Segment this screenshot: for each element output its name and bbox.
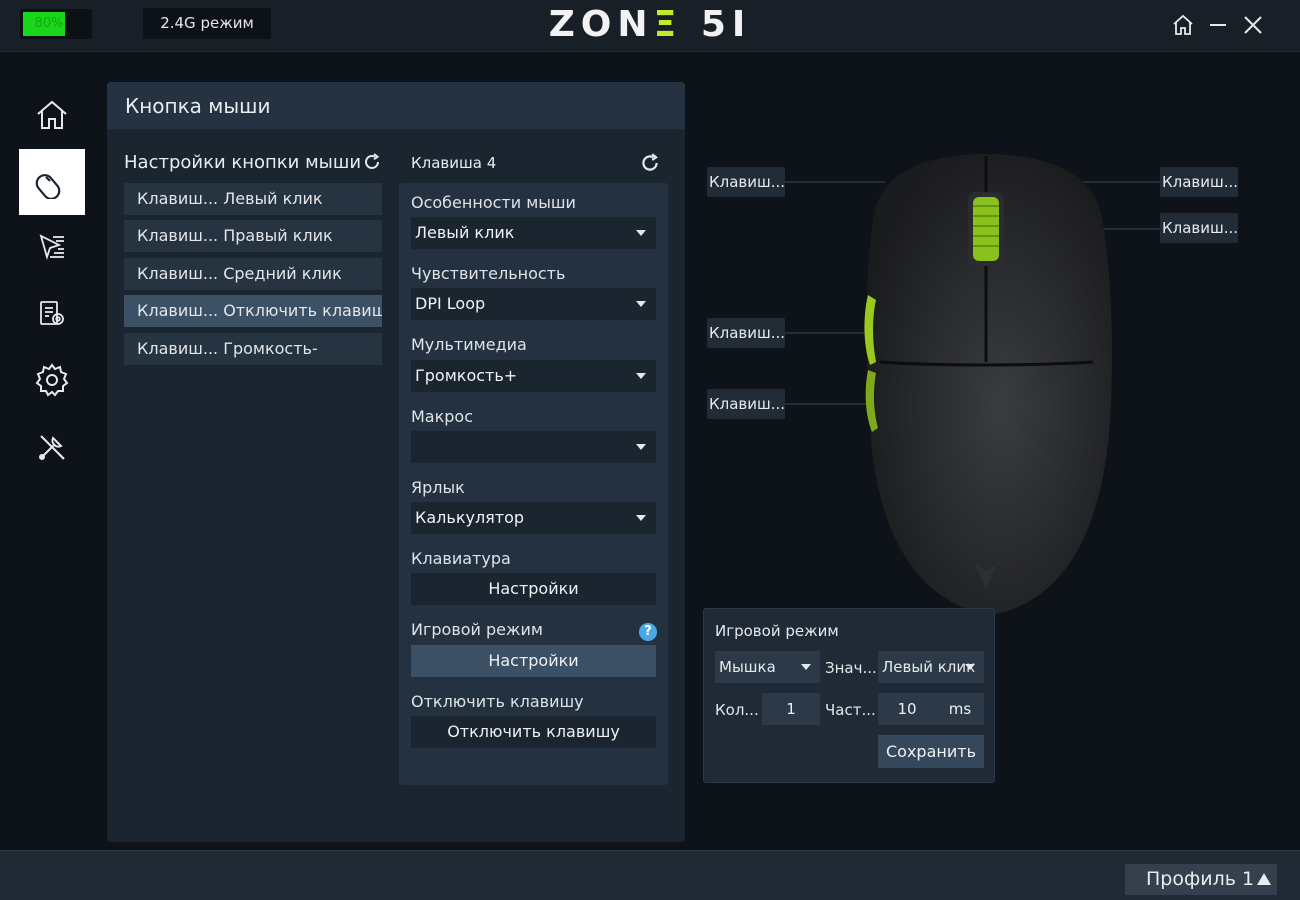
zone51-logo: ZONΞ 5I bbox=[548, 4, 752, 45]
game-mode-label: Игровой режим bbox=[411, 620, 543, 639]
button-item-4[interactable]: Клавиш... Отключить клавишу bbox=[124, 295, 382, 327]
save-button[interactable]: Сохранить bbox=[878, 735, 984, 768]
scroll-wheel-grip bbox=[973, 197, 999, 261]
help-icon[interactable]: ? bbox=[639, 623, 657, 641]
button-item-middle[interactable]: Клавиш... Средний клик bbox=[124, 258, 382, 290]
sensitivity-select[interactable]: DPI Loop bbox=[411, 288, 656, 320]
home-icon bbox=[1173, 14, 1193, 35]
count-label: Кол... bbox=[715, 701, 759, 719]
home-window-button[interactable] bbox=[1168, 10, 1198, 40]
sensitivity-label: Чувствительность bbox=[411, 264, 566, 283]
game-mode-value: Левый клик bbox=[882, 658, 976, 676]
game-mode-popup-title: Игровой режим bbox=[715, 622, 839, 640]
key-tag-right-top[interactable]: Клавиш... bbox=[1160, 167, 1238, 197]
nav-mouse-buttons[interactable] bbox=[19, 149, 85, 215]
refresh-icon bbox=[642, 153, 658, 171]
reset-buttons-button[interactable] bbox=[362, 152, 382, 176]
reset-key-button[interactable] bbox=[639, 152, 661, 178]
chevron-up-icon bbox=[1257, 873, 1271, 885]
mouse-illustration bbox=[784, 154, 1160, 615]
nav-settings[interactable] bbox=[19, 347, 85, 413]
battery-indicator: 80% bbox=[20, 9, 92, 39]
chevron-down-icon bbox=[636, 373, 646, 379]
chevron-down-icon bbox=[636, 515, 646, 521]
disable-key-button[interactable]: Отключить клавишу bbox=[411, 716, 656, 748]
keyboard-settings-button[interactable]: Настройки bbox=[411, 573, 656, 605]
multimedia-select[interactable]: Громкость+ bbox=[411, 360, 656, 392]
button-item-right[interactable]: Клавиш... Правый клик bbox=[124, 220, 382, 252]
nav-pointer[interactable] bbox=[19, 214, 85, 280]
sensitivity-value: DPI Loop bbox=[415, 294, 486, 313]
game-mode-value-select[interactable]: Левый клик bbox=[878, 651, 984, 683]
mouse-features-select[interactable]: Левый клик bbox=[411, 217, 656, 249]
chevron-down-icon bbox=[636, 444, 646, 450]
macro-label: Макрос bbox=[411, 407, 474, 426]
button-settings-title: Настройки кнопки мыши bbox=[124, 152, 362, 173]
key-tag-wheel[interactable]: Клавиш... bbox=[1160, 213, 1238, 243]
frequency-input[interactable]: 10 bbox=[878, 693, 936, 725]
shortcut-label: Ярлык bbox=[411, 478, 465, 497]
minimize-icon bbox=[1210, 24, 1226, 26]
panel-header: Кнопка мыши bbox=[107, 82, 685, 129]
game-mode-settings-button[interactable]: Настройки bbox=[411, 645, 656, 677]
gear-icon bbox=[35, 363, 69, 397]
macro-select[interactable] bbox=[411, 431, 656, 463]
shortcut-select[interactable]: Калькулятор bbox=[411, 502, 656, 534]
chevron-down-icon bbox=[801, 664, 811, 670]
nav-tools[interactable] bbox=[19, 414, 85, 480]
multimedia-value: Громкость+ bbox=[415, 366, 518, 385]
frequency-label: Част... bbox=[825, 701, 876, 719]
selected-key-title: Клавиша 4 bbox=[411, 154, 497, 172]
macro-icon bbox=[40, 301, 64, 325]
profile-label: Профиль 1 bbox=[1146, 868, 1255, 890]
home-icon bbox=[37, 100, 67, 129]
shortcut-value: Калькулятор bbox=[415, 508, 525, 527]
count-input[interactable]: 1 bbox=[762, 693, 820, 725]
chevron-down-icon bbox=[965, 664, 975, 670]
game-mode-type-value: Мышка bbox=[719, 658, 776, 676]
title-bar: 80% 2.4G режим ZONΞ 5I bbox=[0, 0, 1300, 52]
connection-mode-badge: 2.4G режим bbox=[143, 8, 271, 39]
game-mode-type-select[interactable]: Мышка bbox=[715, 651, 820, 683]
nav-macro[interactable] bbox=[19, 281, 85, 347]
frequency-unit: ms bbox=[936, 693, 984, 725]
nav-home[interactable] bbox=[19, 82, 85, 148]
key-settings-box: Особенности мыши Левый клик Чувствительн… bbox=[399, 183, 668, 785]
mouse-button-panel: Кнопка мыши Настройки кнопки мыши Клавиш… bbox=[107, 82, 685, 842]
button-item-5[interactable]: Клавиш... Громкость- bbox=[124, 333, 382, 365]
mouse-features-label: Особенности мыши bbox=[411, 193, 576, 212]
multimedia-label: Мультимедиа bbox=[411, 335, 527, 354]
minimize-button[interactable] bbox=[1203, 10, 1233, 40]
cursor-icon bbox=[39, 234, 64, 261]
footer-bar: Профиль 1 bbox=[0, 850, 1300, 900]
close-button[interactable] bbox=[1238, 10, 1268, 40]
key-tag-side-1[interactable]: Клавиш... bbox=[707, 318, 785, 348]
value-label: Знач... bbox=[825, 659, 877, 677]
tools-icon bbox=[39, 435, 65, 460]
keyboard-label: Клавиатура bbox=[411, 549, 511, 568]
mouse-icon bbox=[35, 174, 61, 199]
profile-selector[interactable]: Профиль 1 bbox=[1125, 864, 1277, 895]
chevron-down-icon bbox=[636, 230, 646, 236]
key-tag-left-top[interactable]: Клавиш... bbox=[707, 167, 785, 197]
game-mode-popup: Игровой режим Мышка Знач... Левый клик К… bbox=[703, 608, 995, 783]
chevron-down-icon bbox=[636, 301, 646, 307]
disable-key-label: Отключить клавишу bbox=[411, 692, 584, 711]
mouse-features-value: Левый клик bbox=[415, 223, 515, 242]
close-icon bbox=[1244, 16, 1262, 34]
battery-text: 80% bbox=[34, 16, 64, 31]
refresh-icon bbox=[365, 153, 380, 169]
button-item-left[interactable]: Клавиш... Левый клик bbox=[124, 183, 382, 215]
key-tag-side-2[interactable]: Клавиш... bbox=[707, 389, 785, 419]
page-title: Кнопка мыши bbox=[125, 94, 271, 118]
